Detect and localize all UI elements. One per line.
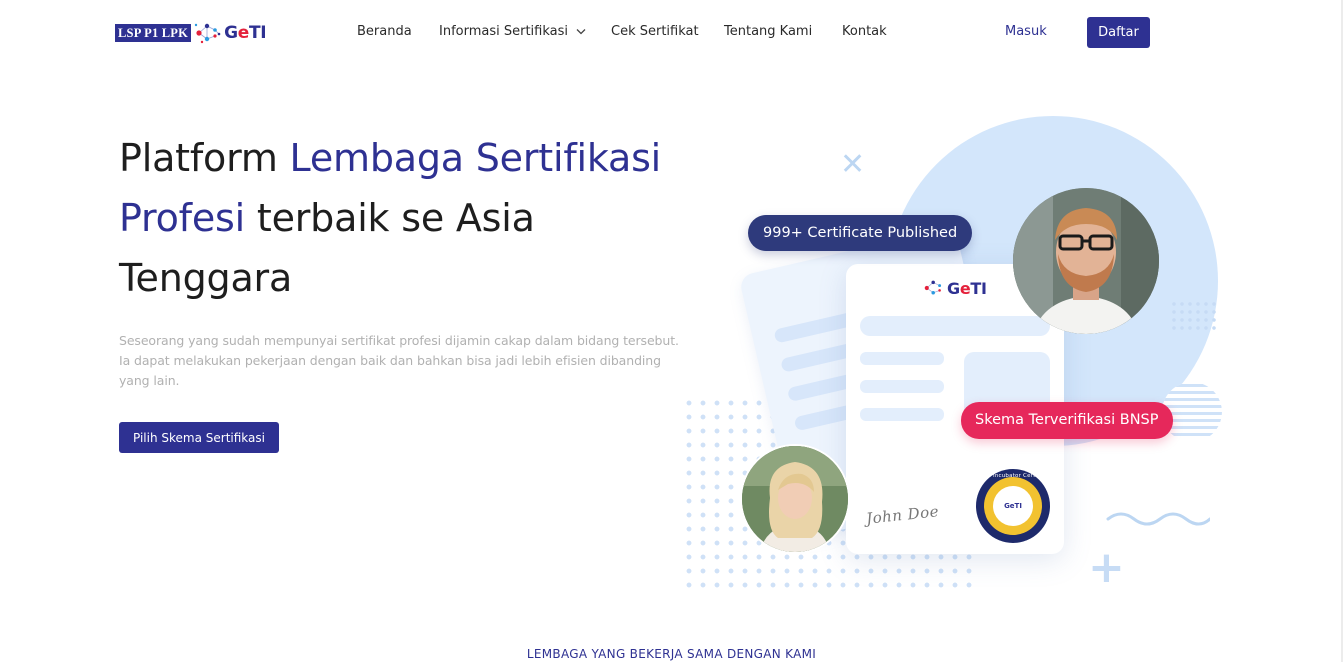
certification-seal-icon: GeTI Incubator Certified GeTI — [976, 469, 1050, 543]
choose-scheme-button[interactable]: Pilih Skema Sertifikasi — [119, 422, 279, 453]
login-link[interactable]: Masuk — [1005, 24, 1047, 40]
avatar-woman — [740, 444, 850, 554]
register-button[interactable]: Daftar — [1087, 17, 1150, 48]
nav-cek-sertifikat[interactable]: Cek Sertifikat — [611, 24, 699, 40]
card-logo: GeTI — [922, 278, 987, 298]
chevron-down-icon — [576, 24, 586, 40]
certificates-published-badge: 999+ Certificate Published — [748, 215, 973, 251]
logo-box-text: LSP P1 LPK — [115, 24, 192, 42]
bnsp-verified-badge: Skema Terverifikasi BNSP — [961, 402, 1173, 439]
nav-kontak[interactable]: Kontak — [842, 24, 887, 40]
hero-illustration: ✕ + GeTI John Doe GeTI Incubator Certifi… — [670, 100, 1250, 610]
nav-informasi-sertifikasi[interactable]: Informasi Sertifikasi — [439, 24, 586, 40]
signature: John Doe — [865, 502, 940, 528]
nav-tentang-kami[interactable]: Tentang Kami — [724, 24, 812, 40]
nav-informasi-sertifikasi-label: Informasi Sertifikasi — [439, 24, 569, 39]
wave-decoration-icon — [1106, 508, 1212, 534]
site-logo[interactable]: LSP P1 LPK GeTI — [115, 20, 267, 46]
x-decoration-icon: ✕ — [840, 147, 866, 182]
molecule-logo-icon — [924, 280, 942, 295]
dot-pattern-small — [1170, 300, 1216, 334]
logo-wordmark: GeTI — [224, 23, 267, 43]
hero-description: Seseorang yang sudah mempunyai sertifika… — [119, 333, 679, 388]
partners-heading: LEMBAGA YANG BEKERJA SAMA DENGAN KAMI — [526, 647, 817, 661]
molecule-logo-icon — [193, 21, 223, 45]
plus-decoration-icon: + — [1088, 542, 1125, 593]
avatar-man — [1013, 188, 1159, 334]
nav-beranda[interactable]: Beranda — [357, 24, 412, 40]
hero-title: Platform Lembaga Sertifikasi Profesi ter… — [119, 136, 662, 300]
